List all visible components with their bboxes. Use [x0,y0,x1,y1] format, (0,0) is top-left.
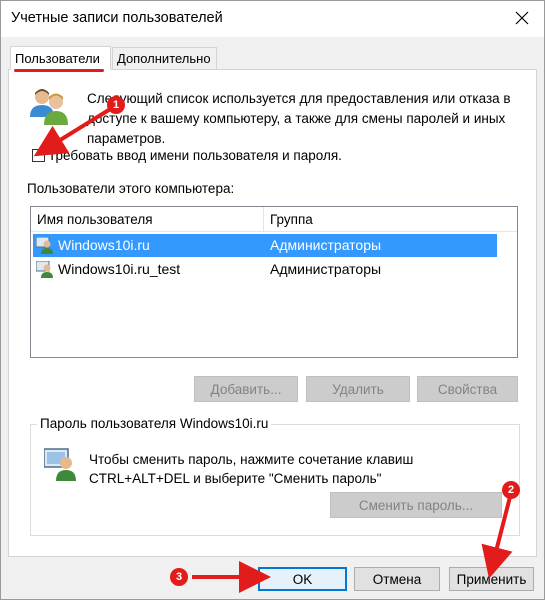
window-title: Учетные записи пользователей [11,10,223,26]
tab-highlight-underline [14,69,104,72]
cancel-button[interactable]: Отмена [354,567,440,591]
user-name: Windows10i.ru_test [58,261,181,277]
tab-advanced[interactable]: Дополнительно [112,47,217,70]
title-bar: Учетные записи пользователей [1,1,544,37]
delete-user-button[interactable]: Удалить [306,376,410,402]
change-password-button[interactable]: Сменить пароль... [330,492,502,518]
marker-3: 3 [170,568,188,586]
tab-advanced-label: Дополнительно [117,51,211,66]
add-user-button[interactable]: Добавить... [194,376,298,402]
table-row[interactable]: Windows10i.ru_test Администраторы [33,258,497,281]
column-divider[interactable] [263,207,264,232]
password-groupbox-title: Пароль пользователя Windows10i.ru [37,416,272,431]
close-button[interactable] [502,3,542,33]
marker-1: 1 [107,96,125,114]
ok-button[interactable]: OK [258,567,347,591]
user-group: Администраторы [270,237,382,253]
close-icon [515,11,529,25]
column-header-group[interactable]: Группа [270,212,313,227]
require-login-checkbox[interactable] [32,149,45,162]
tab-users-label: Пользователи [15,50,100,66]
user-icon [35,260,54,281]
password-instructions: Чтобы сменить пароль, нажмите сочетание … [89,452,414,486]
users-list[interactable]: Имя пользователя Группа Windows10i.ru Ад… [30,206,518,358]
user-group: Администраторы [270,261,382,277]
info-text: Следующий список используется для предос… [87,91,511,146]
apply-button[interactable]: Применить [449,567,534,591]
users-icon [28,87,72,130]
users-section-label: Пользователи этого компьютера: [27,181,235,196]
column-header-username[interactable]: Имя пользователя [37,212,153,227]
user-icon [35,236,54,257]
user-password-icon [43,447,78,484]
properties-button[interactable]: Свойства [417,376,518,402]
table-row[interactable]: Windows10i.ru Администраторы [33,234,497,257]
require-login-label: Требовать ввод имени пользователя и паро… [48,148,342,163]
list-header: Имя пользователя Группа [31,207,517,232]
tab-users[interactable]: Пользователи [10,46,111,70]
user-accounts-dialog: Учетные записи пользователей Пользовател… [0,0,545,600]
marker-2: 2 [502,481,520,499]
user-name: Windows10i.ru [58,237,150,253]
